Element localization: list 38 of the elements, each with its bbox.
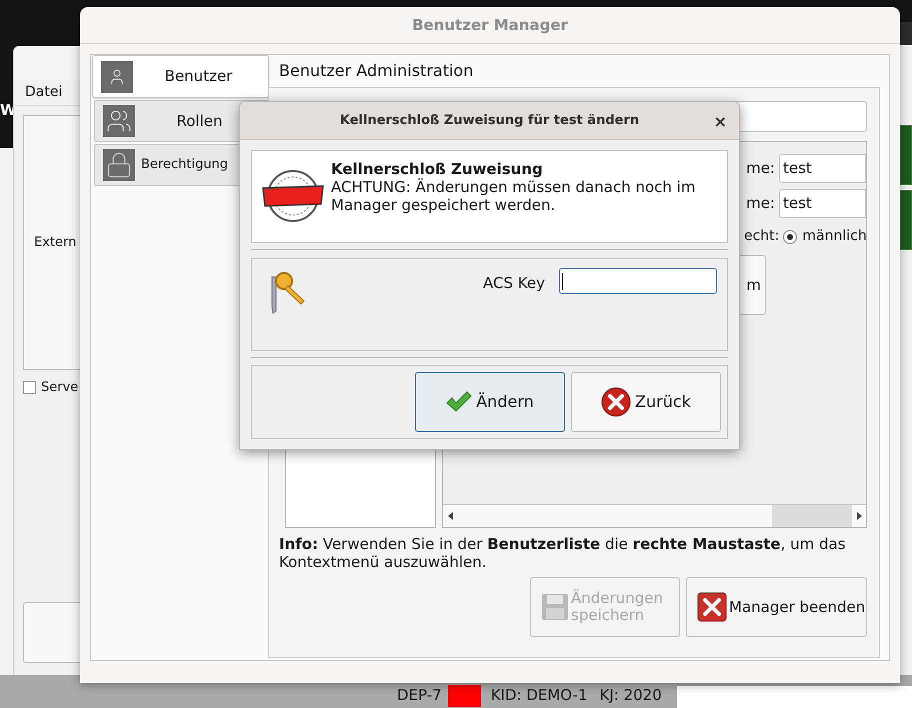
header-strip — [900, 22, 912, 45]
side-panel — [900, 190, 912, 250]
logo-icon — [261, 168, 325, 224]
warning-message: ACHTUNG: Änderungen müssen danach noch im Manager gespeichert werden. — [331, 178, 696, 214]
field-label: me: — [746, 193, 775, 214]
status-text: KJ: 2020 — [600, 685, 662, 706]
user-icon — [101, 60, 133, 92]
dialog-title: Kellnerschloß Zuweisung für test ändern — [340, 112, 640, 130]
close-button[interactable]: × — [714, 110, 727, 134]
radio-button[interactable]: männlich — [783, 226, 867, 247]
section-title: Benutzer Administration — [278, 60, 474, 82]
exit-button[interactable]: Manager beenden — [686, 577, 867, 637]
confirm-button[interactable]: Ändern — [415, 372, 565, 432]
scrollbar-thumb[interactable] — [772, 505, 852, 527]
acs-key-field[interactable] — [559, 268, 717, 294]
dialog-heading: Kellnerschloß Zuweisung — [331, 160, 544, 178]
side-panel — [900, 125, 912, 185]
status-indicator — [448, 684, 481, 706]
text-field[interactable]: test — [779, 189, 866, 218]
horizontal-scrollbar[interactable] — [443, 504, 866, 527]
status-text: KID: DEMO-1 — [490, 685, 588, 706]
window-title: Benutzer Manager — [412, 14, 568, 36]
field-label: echt: — [744, 227, 780, 246]
check-icon — [446, 391, 472, 413]
group-label: Extern — [34, 234, 76, 252]
text-field[interactable]: test — [779, 154, 866, 183]
users-icon — [103, 105, 135, 137]
info-text: Info: Verwenden Sie in der Benutzerliste die rechte Maustaste, um das Kontextmenü auszuwählen. — [279, 535, 847, 571]
status-text: DEP-7 — [397, 685, 442, 706]
sidebar-tab[interactable]: Benutzer — [92, 55, 269, 98]
menu-item[interactable]: Datei — [25, 82, 62, 103]
cancel-icon — [601, 387, 632, 417]
field-label: ACS Key — [483, 273, 545, 294]
back-button[interactable]: Zurück — [571, 372, 721, 432]
lock-icon — [103, 149, 135, 181]
close-icon — [697, 592, 727, 622]
field-label: me: — [746, 158, 775, 180]
checkbox[interactable]: Serve — [23, 378, 78, 398]
